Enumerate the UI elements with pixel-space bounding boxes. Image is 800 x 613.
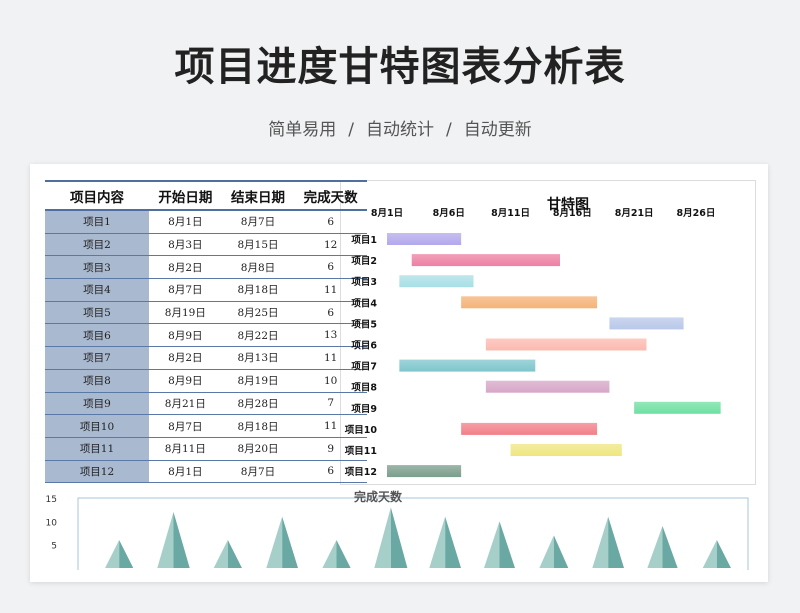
gantt-bar [387, 465, 462, 478]
gantt-category-label: 项目2 [351, 256, 377, 267]
gantt-bar [485, 380, 610, 393]
area-triangle-left [213, 540, 228, 568]
gantt-bar [634, 401, 721, 414]
charts-canvas: 甘特图8月1日 8月6日 8月11日 8月16日 8月21日 8月26日项目1项目2项目3… [46, 196, 749, 579]
area-triangle-right [716, 540, 731, 568]
area-y-tick-label: 15 [46, 495, 57, 505]
gantt-category-label: 项目3 [351, 277, 377, 288]
area-triangle-right [282, 516, 299, 568]
area-chart-title: 完成天数 [354, 489, 403, 504]
area-triangle-left [647, 526, 663, 568]
area-triangle-right [499, 521, 515, 568]
gantt-bar [411, 254, 560, 267]
area-triangle-right [173, 512, 190, 568]
subtitle-item-stats: 自动统计 [366, 120, 434, 140]
area-triangle-left [322, 540, 337, 568]
area-triangle-left [157, 512, 174, 568]
gantt-bar [461, 296, 598, 309]
gantt-bar [399, 359, 536, 372]
area-triangle-left [105, 540, 120, 568]
area-triangle-left [484, 521, 500, 568]
gantt-bar [399, 275, 474, 288]
gantt-x-tick-label: 8月6日 [433, 208, 465, 219]
area-triangle-left [374, 507, 391, 568]
gantt-x-tick-label: 8月1日 [371, 208, 403, 219]
page-subtitle: 简单易用 / 自动统计 / 自动更新 [0, 115, 800, 140]
gantt-category-label: 项目12 [345, 467, 377, 478]
area-triangle-left [592, 516, 609, 568]
area-triangle-left [702, 540, 717, 568]
gantt-category-label: 项目1 [351, 235, 377, 246]
gantt-x-tick-label: 8月16日 [553, 208, 592, 219]
gantt-category-label: 项目6 [351, 341, 377, 352]
gantt-x-tick-label: 8月11日 [491, 208, 530, 219]
gantt-bar [387, 233, 462, 245]
card-bottom-edge [30, 570, 768, 582]
area-triangle-left [539, 535, 554, 568]
report-card: 项目内容 开始日期 结束日期 完成天数 项目1 8月1日 8月7日 6 项目2 8月3日 8… [30, 164, 768, 582]
subtitle-item-easy: 简单易用 [268, 120, 337, 140]
area-triangle-left [266, 516, 283, 568]
gantt-x-tick-label: 8月21日 [615, 208, 654, 219]
gantt-bar [609, 317, 684, 330]
gantt-category-label: 项目9 [351, 404, 377, 415]
gantt-category-label: 项目5 [351, 319, 377, 330]
gantt-bar [485, 338, 647, 351]
area-y-tick-label: 10 [46, 518, 58, 528]
area-triangle-right [553, 535, 569, 568]
gantt-category-label: 项目8 [351, 383, 377, 394]
subtitle-separator: / [348, 120, 354, 140]
gantt-bar [461, 422, 598, 435]
area-triangle-right [336, 540, 351, 568]
page-title: 项目进度甘特图表分析表 [174, 44, 626, 90]
area-triangle-right [662, 526, 678, 568]
area-triangle-right [119, 540, 134, 568]
subtitle-item-update: 自动更新 [463, 120, 532, 140]
gantt-category-label: 项目7 [351, 362, 377, 373]
gantt-category-label: 项目4 [351, 298, 377, 309]
area-triangle-right [227, 540, 242, 568]
area-y-tick-label: 5 [51, 542, 57, 552]
area-triangle-left [429, 516, 446, 568]
gantt-category-label: 项目11 [345, 446, 377, 457]
area-triangle-right [445, 516, 462, 568]
subtitle-separator: / [446, 120, 452, 140]
area-triangle-right [608, 516, 625, 568]
gantt-category-label: 项目10 [345, 425, 378, 436]
gantt-x-tick-label: 8月26日 [677, 208, 716, 219]
gantt-bar [510, 444, 622, 456]
area-triangle-right [390, 507, 408, 568]
